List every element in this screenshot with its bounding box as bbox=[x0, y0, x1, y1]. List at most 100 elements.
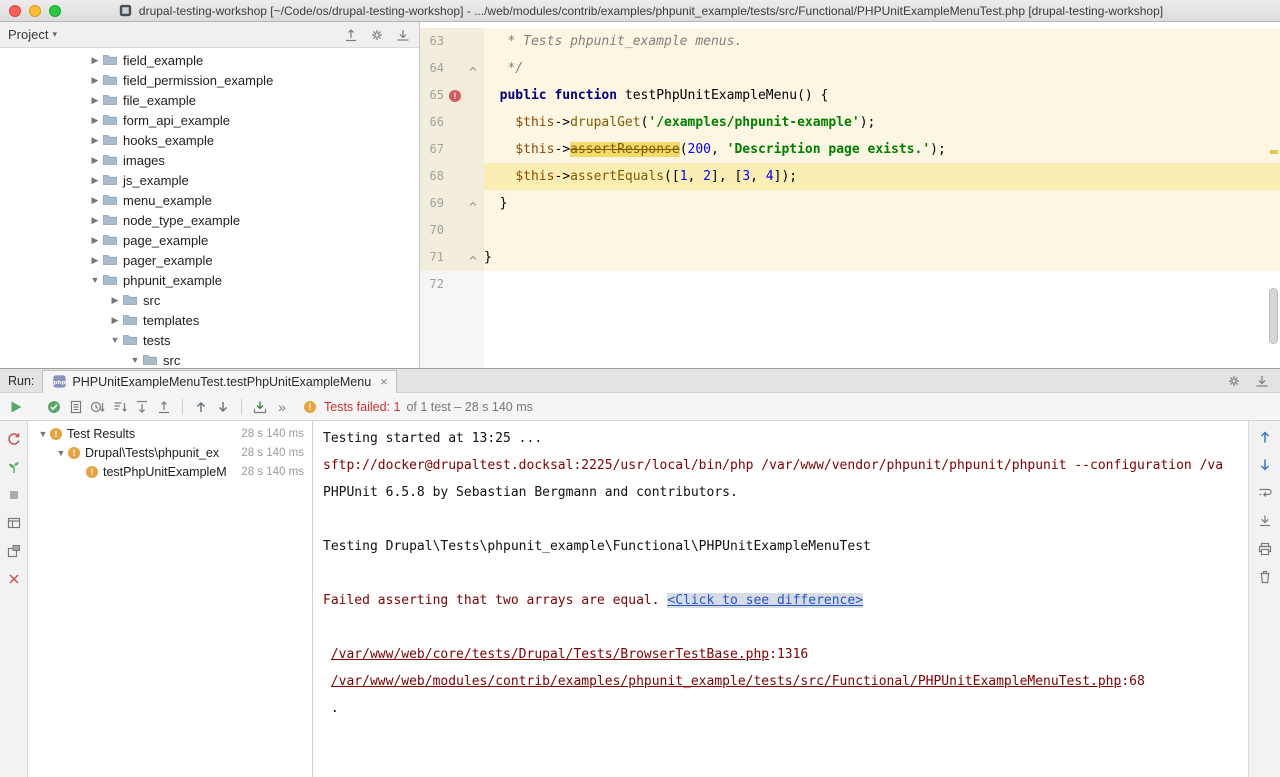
project-tree-item-field_permission_example[interactable]: ▶field_permission_example bbox=[0, 70, 419, 90]
project-tree-item-file_example[interactable]: ▶file_example bbox=[0, 90, 419, 110]
error-stripe-mark[interactable] bbox=[1270, 150, 1278, 154]
chevron-collapsed-icon[interactable]: ▶ bbox=[88, 215, 102, 226]
chevron-collapsed-icon[interactable]: ▶ bbox=[88, 175, 102, 186]
code-text[interactable]: public function testPhpUnitExampleMenu()… bbox=[484, 82, 1280, 109]
close-window-button[interactable] bbox=[9, 5, 21, 17]
next-failed-test-icon[interactable] bbox=[215, 399, 231, 415]
chevron-expanded-icon[interactable]: ▼ bbox=[108, 335, 122, 345]
line-number[interactable]: 63 bbox=[424, 28, 444, 55]
editor-gutter[interactable]: 69 bbox=[420, 190, 484, 217]
code-text[interactable]: } bbox=[484, 190, 1280, 217]
rerun-tests-button[interactable] bbox=[8, 399, 24, 415]
chevron-collapsed-icon[interactable]: ▶ bbox=[88, 115, 102, 126]
chevron-collapsed-icon[interactable]: ▶ bbox=[88, 55, 102, 66]
editor-gutter[interactable]: 72 bbox=[420, 271, 484, 298]
project-view-selector[interactable]: Project bbox=[8, 27, 48, 42]
toggle-auto-test-icon[interactable] bbox=[6, 459, 22, 475]
close-tab-icon[interactable]: × bbox=[380, 374, 388, 389]
failed-test-gutter-icon[interactable]: ! bbox=[447, 88, 463, 104]
line-number[interactable]: 71 bbox=[424, 244, 444, 271]
line-number[interactable]: 72 bbox=[424, 271, 444, 298]
float-window-icon[interactable] bbox=[6, 543, 22, 559]
clear-all-icon[interactable] bbox=[1257, 569, 1273, 585]
line-number[interactable]: 64 bbox=[424, 55, 444, 82]
editor-gutter[interactable]: 71 bbox=[420, 244, 484, 271]
code-text[interactable]: $this->assertResponse(200, 'Description … bbox=[484, 136, 1280, 163]
test-tree-row[interactable]: ▼!Drupal\Tests\phpunit_ex28 s 140 ms bbox=[28, 443, 312, 462]
code-text[interactable]: * Tests phpunit_example menus. bbox=[484, 28, 1280, 55]
chevron-expanded-icon[interactable]: ▼ bbox=[88, 275, 102, 285]
editor-gutter[interactable]: 70 bbox=[420, 217, 484, 244]
line-number[interactable]: 66 bbox=[424, 109, 444, 136]
down-stack-trace-icon[interactable] bbox=[1257, 457, 1273, 473]
zoom-window-button[interactable] bbox=[49, 5, 61, 17]
line-number[interactable]: 69 bbox=[424, 190, 444, 217]
project-tree-item-images[interactable]: ▶images bbox=[0, 150, 419, 170]
soft-wrap-icon[interactable] bbox=[1257, 485, 1273, 501]
project-tree-item-tests[interactable]: ▼tests bbox=[0, 330, 419, 350]
test-tree-row[interactable]: ▼!Test Results28 s 140 ms bbox=[28, 424, 312, 443]
fold-marker-icon[interactable] bbox=[466, 253, 480, 263]
project-tree-item-node_type_example[interactable]: ▶node_type_example bbox=[0, 210, 419, 230]
rerun-failed-tests-icon[interactable] bbox=[6, 431, 22, 447]
project-tree-item-hooks_example[interactable]: ▶hooks_example bbox=[0, 130, 419, 150]
chevron-collapsed-icon[interactable]: ▶ bbox=[88, 75, 102, 86]
previous-failed-test-icon[interactable] bbox=[193, 399, 209, 415]
project-tree-item-js_example[interactable]: ▶js_example bbox=[0, 170, 419, 190]
editor[interactable]: 63 * Tests phpunit_example menus.64 */65… bbox=[420, 22, 1280, 368]
project-tree-item-templates[interactable]: ▶templates bbox=[0, 310, 419, 330]
test-console-output[interactable]: Testing started at 13:25 ...sftp://docke… bbox=[313, 421, 1248, 777]
code-text[interactable]: $this->drupalGet('/examples/phpunit-exam… bbox=[484, 109, 1280, 136]
project-tree-item-phpunit_example[interactable]: ▼phpunit_example bbox=[0, 270, 419, 290]
chevron-down-icon[interactable]: ▾ bbox=[52, 29, 57, 40]
code-text[interactable]: } bbox=[484, 244, 1280, 271]
chevron-expanded-icon[interactable]: ▼ bbox=[36, 429, 50, 439]
show-ignored-icon[interactable] bbox=[68, 399, 84, 415]
chevron-collapsed-icon[interactable]: ▶ bbox=[108, 315, 122, 326]
editor-gutter[interactable]: 68 bbox=[420, 163, 484, 190]
hide-panel-icon[interactable] bbox=[1254, 373, 1270, 389]
project-tree-item-menu_example[interactable]: ▶menu_example bbox=[0, 190, 419, 210]
sort-by-duration-icon[interactable] bbox=[90, 399, 106, 415]
chevron-collapsed-icon[interactable]: ▶ bbox=[88, 195, 102, 206]
scroll-to-end-icon[interactable] bbox=[1257, 513, 1273, 529]
chevron-collapsed-icon[interactable]: ▶ bbox=[108, 295, 122, 306]
line-number[interactable]: 70 bbox=[424, 217, 444, 244]
line-number[interactable]: 65 bbox=[424, 82, 444, 109]
editor-scrollbar[interactable] bbox=[1269, 288, 1278, 344]
restore-layout-icon[interactable] bbox=[6, 515, 22, 531]
chevron-collapsed-icon[interactable]: ▶ bbox=[88, 135, 102, 146]
editor-gutter[interactable]: 67 bbox=[420, 136, 484, 163]
expand-all-icon[interactable] bbox=[134, 399, 150, 415]
chevron-collapsed-icon[interactable]: ▶ bbox=[88, 95, 102, 106]
project-tree-item-form_api_example[interactable]: ▶form_api_example bbox=[0, 110, 419, 130]
editor-gutter[interactable]: 63 bbox=[420, 28, 484, 55]
stack-trace-link[interactable]: /var/www/web/core/tests/Drupal/Tests/Bro… bbox=[331, 647, 769, 662]
chevron-expanded-icon[interactable]: ▼ bbox=[128, 355, 142, 365]
project-tree-item-page_example[interactable]: ▶page_example bbox=[0, 230, 419, 250]
collapse-all-icon[interactable] bbox=[343, 27, 359, 43]
editor-gutter[interactable]: 65! bbox=[420, 82, 484, 109]
sort-alphabetically-icon[interactable] bbox=[112, 399, 128, 415]
stack-trace-link[interactable]: /var/www/web/modules/contrib/examples/ph… bbox=[331, 674, 1122, 689]
import-test-results-icon[interactable] bbox=[252, 399, 268, 415]
up-stack-trace-icon[interactable] bbox=[1257, 429, 1273, 445]
stop-icon[interactable] bbox=[6, 487, 22, 503]
editor-gutter[interactable]: 64 bbox=[420, 55, 484, 82]
collapse-all-icon[interactable] bbox=[156, 399, 172, 415]
project-tool-window-header[interactable]: Project ▾ bbox=[0, 22, 419, 48]
editor-gutter[interactable]: 66 bbox=[420, 109, 484, 136]
minimize-window-button[interactable] bbox=[29, 5, 41, 17]
chevron-expanded-icon[interactable]: ▼ bbox=[54, 448, 68, 458]
chevron-collapsed-icon[interactable]: ▶ bbox=[88, 235, 102, 246]
line-number[interactable]: 67 bbox=[424, 136, 444, 163]
settings-gear-icon[interactable] bbox=[369, 27, 385, 43]
project-tree-item-src[interactable]: ▶src bbox=[0, 290, 419, 310]
project-tree-item-field_example[interactable]: ▶field_example bbox=[0, 50, 419, 70]
show-passed-icon[interactable] bbox=[46, 399, 62, 415]
code-text[interactable]: */ bbox=[484, 55, 1280, 82]
fold-marker-icon[interactable] bbox=[466, 64, 480, 74]
more-chevrons-icon[interactable]: » bbox=[274, 399, 290, 415]
run-tab[interactable]: php PHPUnitExampleMenuTest.testPhpUnitEx… bbox=[42, 370, 396, 393]
close-icon[interactable] bbox=[6, 571, 22, 587]
